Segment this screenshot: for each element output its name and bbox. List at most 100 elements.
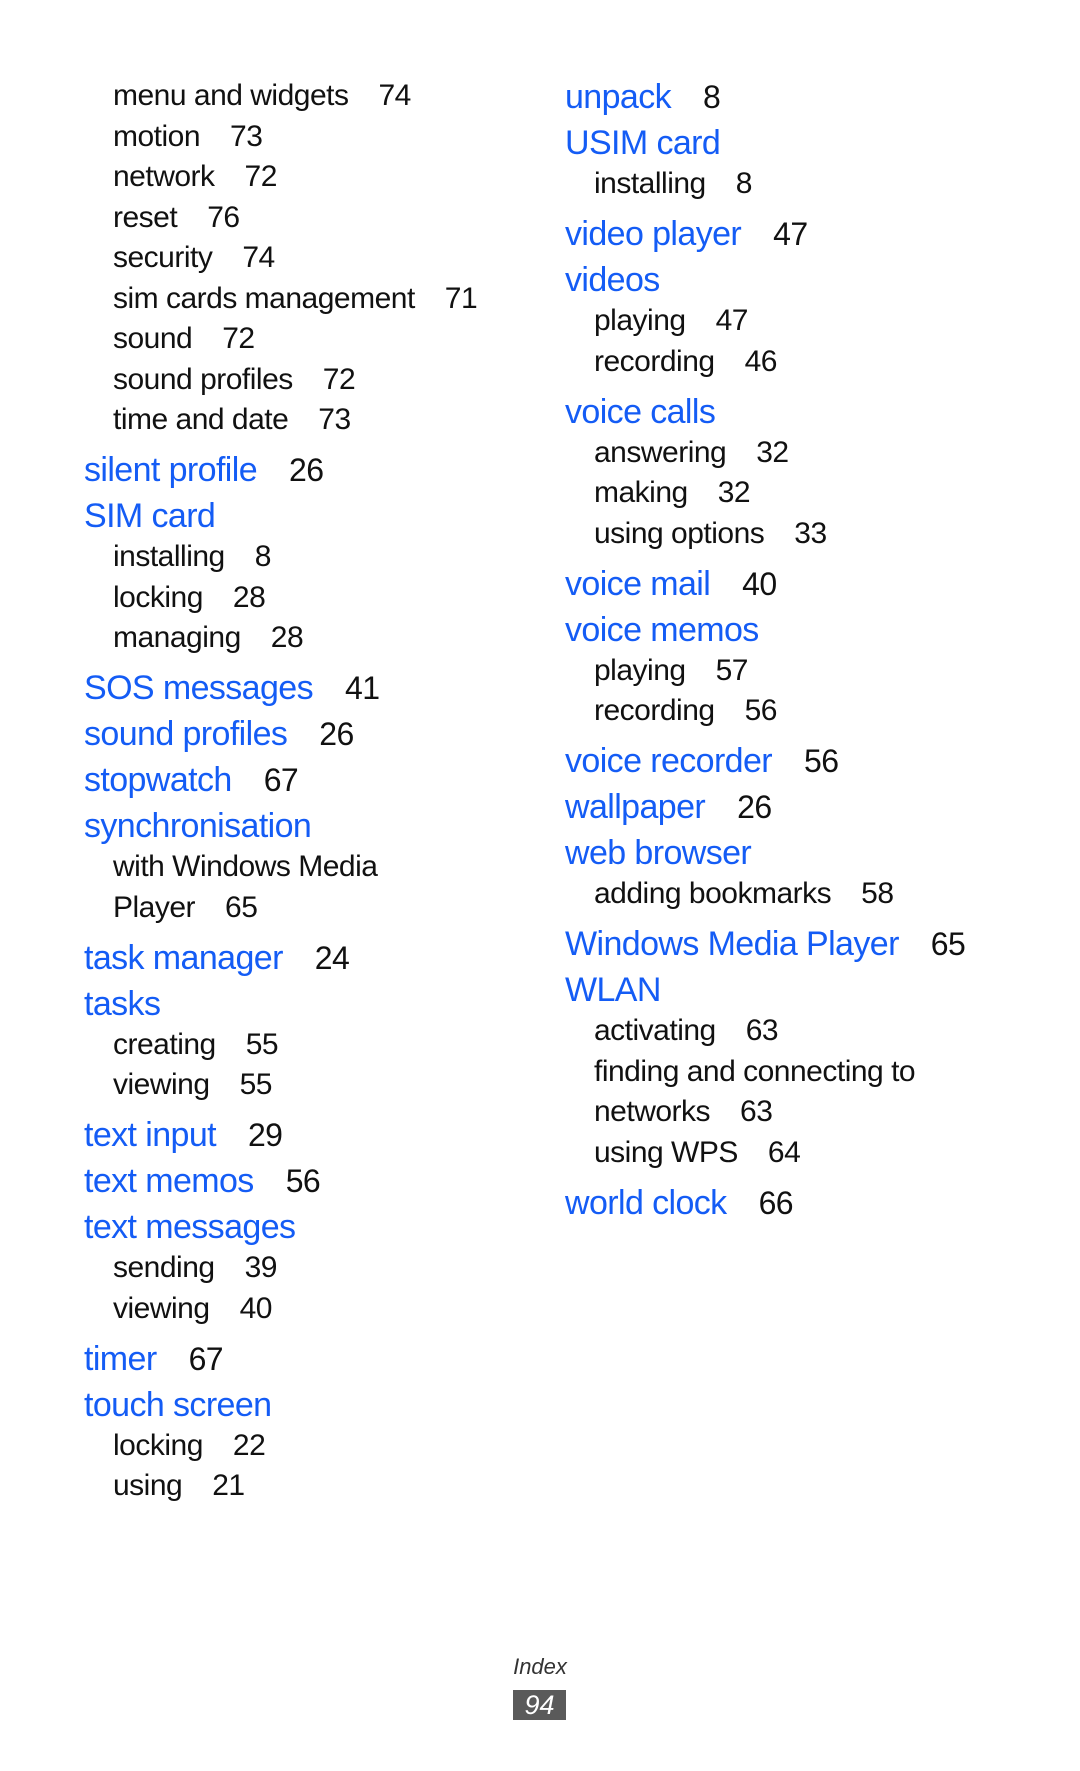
index-subentry: using options 33	[594, 517, 827, 551]
page-reference: 26	[289, 452, 324, 488]
page-reference: 21	[212, 1469, 245, 1502]
page-reference: 24	[314, 939, 350, 976]
subentry-text: installing	[594, 167, 706, 200]
headword-text: unpack	[565, 78, 672, 116]
index-headword: world clock 66	[565, 1183, 794, 1223]
headword-text: USIM card	[565, 124, 721, 162]
subentry-text: sim cards management	[113, 281, 415, 315]
index-subentry: playing 47	[594, 304, 748, 338]
subentry-text: networks	[594, 1095, 711, 1128]
subentry-text: using options	[594, 516, 765, 550]
page-reference: 67	[188, 1340, 224, 1377]
index-subentry: locking 22	[113, 1428, 266, 1463]
page-reference: 58	[861, 877, 894, 910]
page-reference: 64	[767, 1135, 801, 1169]
index-subentry: security 74	[113, 241, 275, 275]
page-reference: 28	[270, 621, 304, 654]
headword-text: Windows Media Player	[565, 925, 899, 963]
index-headword: voice calls	[565, 393, 716, 432]
index-subentry: viewing 40	[113, 1292, 272, 1326]
page-reference: 55	[245, 1027, 279, 1061]
index-headword: Windows Media Player 65	[565, 925, 966, 964]
page-reference: 26	[319, 716, 354, 752]
index-subentry: sim cards management 71	[113, 281, 478, 316]
page-reference: 72	[244, 160, 278, 193]
subentry-text: security	[113, 241, 213, 274]
index-subentry: locking 28	[113, 580, 266, 615]
subentry-text: sending	[113, 1251, 215, 1284]
headword-text: tasks	[84, 984, 161, 1023]
page-reference: 74	[378, 79, 412, 112]
page-reference: 40	[742, 565, 777, 602]
index-subentry: sound 72	[113, 322, 255, 356]
subentry-text: adding bookmarks	[594, 877, 832, 910]
page-reference: 32	[756, 435, 789, 469]
headword-text: voice recorder	[565, 742, 773, 780]
page-number-badge: 94	[513, 1690, 566, 1720]
headword-text: task manager	[84, 938, 283, 977]
index-subentry: activating 63	[594, 1014, 779, 1048]
page-reference: 8	[254, 540, 272, 573]
page-reference: 57	[715, 653, 749, 687]
index-subentry: making 32	[594, 476, 751, 510]
index-headword: task manager 24	[84, 938, 350, 978]
index-subentry: Player 65	[113, 890, 258, 925]
section-label: Index	[513, 1654, 567, 1679]
index-subentry: menu and widgets 74	[113, 79, 411, 113]
index-headword: unpack 8	[565, 78, 721, 117]
index-headword: video player 47	[565, 215, 808, 254]
subentry-text: installing	[113, 540, 225, 573]
page-reference: 8	[735, 167, 753, 200]
headword-text: wallpaper	[565, 788, 706, 826]
page-reference: 56	[744, 694, 778, 727]
index-subentry: creating 55	[113, 1027, 279, 1062]
headword-text: silent profile	[84, 451, 258, 489]
page-reference: 22	[232, 1428, 266, 1462]
headword-text: world clock	[565, 1183, 727, 1222]
subentry-text: managing	[113, 621, 241, 654]
index-subentry: reset 76	[113, 201, 240, 235]
headword-text: sound profiles	[84, 715, 288, 753]
headword-text: videos	[565, 261, 660, 299]
subentry-text: sound profiles	[113, 362, 293, 396]
subentry-text: Player	[113, 890, 196, 924]
index-headword: silent profile 26	[84, 451, 324, 490]
page-reference: 46	[744, 344, 778, 378]
headword-text: web browser	[565, 834, 752, 872]
index-subentry: finding and connecting to	[594, 1055, 916, 1089]
subentry-text: recording	[594, 694, 715, 727]
subentry-text: creating	[113, 1027, 216, 1061]
page-reference: 47	[773, 216, 808, 252]
headword-text: text input	[84, 1116, 217, 1154]
headword-text: timer	[84, 1339, 157, 1378]
headword-text: SIM card	[84, 497, 216, 535]
index-subentry: using 21	[113, 1469, 245, 1503]
index-subentry: installing 8	[113, 540, 271, 574]
index-headword: USIM card	[565, 124, 721, 163]
page-reference: 40	[239, 1291, 273, 1325]
index-headword: synchronisation	[84, 807, 312, 846]
headword-text: voice memos	[565, 610, 759, 649]
page-reference: 33	[794, 516, 827, 550]
page-reference: 41	[345, 670, 380, 706]
subentry-text: locking	[113, 580, 203, 614]
headword-text: text memos	[84, 1162, 254, 1200]
index-headword: voice memos	[565, 611, 759, 650]
index-subentry: using WPS 64	[594, 1135, 801, 1170]
subentry-text: with Windows Media	[113, 850, 378, 883]
page-reference: 28	[232, 580, 266, 614]
page-reference: 72	[222, 322, 255, 355]
index-headword: WLAN	[565, 971, 661, 1010]
page-reference: 72	[322, 362, 356, 396]
subentry-text: locking	[113, 1428, 203, 1462]
headword-text: stopwatch	[84, 761, 232, 799]
subentry-text: using WPS	[594, 1135, 738, 1169]
index-subentry: time and date 73	[113, 403, 351, 437]
index-headword: wallpaper 26	[565, 788, 772, 827]
page-reference: 67	[263, 762, 299, 798]
page-reference: 56	[285, 1163, 321, 1199]
page-reference: 39	[244, 1251, 278, 1284]
headword-text: voice mail	[565, 564, 711, 603]
headword-text: WLAN	[565, 971, 661, 1009]
subentry-text: menu and widgets	[113, 79, 349, 112]
